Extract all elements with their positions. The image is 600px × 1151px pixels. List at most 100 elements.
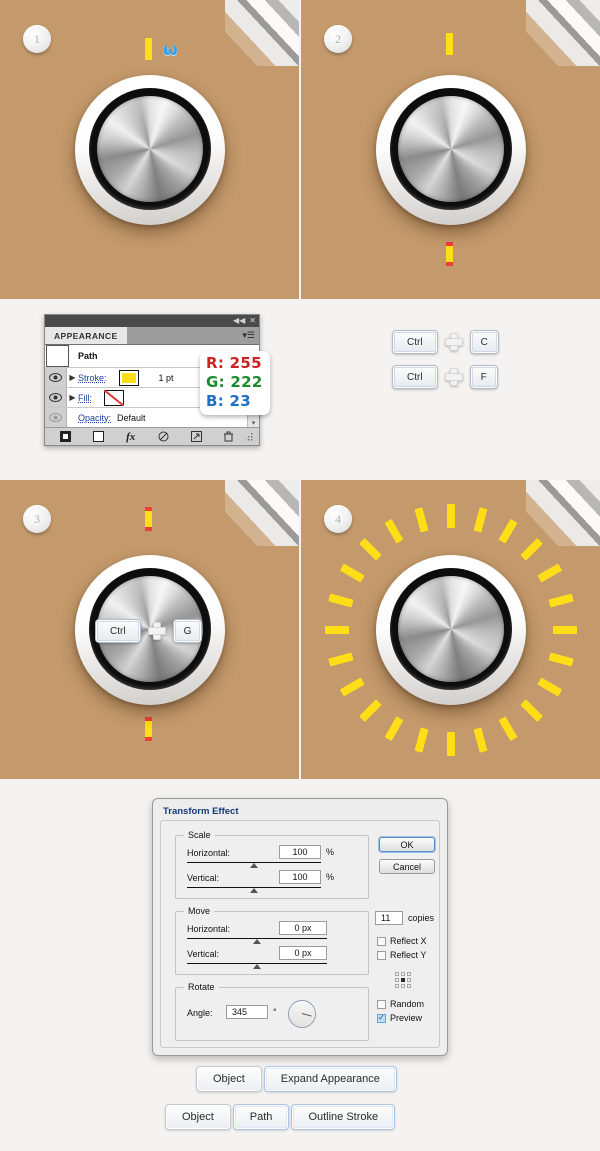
- copies-input[interactable]: 11: [375, 911, 403, 925]
- menu-outline-stroke-button[interactable]: Outline Stroke: [291, 1104, 396, 1130]
- ref-point-bc[interactable]: [401, 984, 405, 988]
- ref-point-bl[interactable]: [395, 984, 399, 988]
- move-horizontal-label: Horizontal:: [187, 924, 231, 934]
- radial-tick-mark: [339, 677, 365, 696]
- visibility-eye-icon[interactable]: [45, 408, 67, 427]
- reflect-x-box[interactable]: [377, 936, 386, 946]
- plus-icon: [445, 369, 462, 385]
- stroke-label[interactable]: Stroke:: [78, 373, 107, 383]
- ref-point-ml[interactable]: [395, 978, 399, 982]
- opacity-value[interactable]: Default: [117, 413, 146, 423]
- reflect-y-label: Reflect Y: [390, 950, 427, 960]
- opacity-label[interactable]: Opacity:: [78, 413, 111, 423]
- reflect-y-box[interactable]: [377, 950, 386, 960]
- stroke-tick-mark-top-selected: [145, 507, 152, 531]
- move-legend: Move: [184, 906, 215, 916]
- tab-appearance[interactable]: APPEARANCE: [45, 327, 127, 344]
- random-checkbox[interactable]: Random: [377, 999, 424, 1009]
- rotate-angle-unit: °: [273, 1007, 277, 1017]
- expand-arrow-icon[interactable]: ▶: [67, 393, 78, 402]
- scale-horizontal-input[interactable]: 100: [279, 845, 321, 859]
- expand-arrow-icon[interactable]: ▶: [67, 373, 78, 382]
- move-horizontal-input[interactable]: 0 px: [279, 921, 327, 935]
- radial-tick-mark: [414, 726, 428, 753]
- resize-grip-icon[interactable]: [245, 432, 255, 441]
- radial-tick-mark: [384, 715, 403, 741]
- key-ctrl[interactable]: Ctrl: [95, 619, 141, 643]
- visibility-eye-icon[interactable]: [45, 388, 67, 407]
- preview-box[interactable]: [377, 1013, 386, 1023]
- plus-icon: [445, 334, 462, 350]
- random-box[interactable]: [377, 999, 386, 1009]
- add-new-fill-icon[interactable]: [82, 431, 115, 442]
- radial-tick-mark: [536, 563, 562, 582]
- ref-point-mr[interactable]: [407, 978, 411, 982]
- shortcut-ctrl-c: Ctrl C: [392, 330, 499, 354]
- key-ctrl[interactable]: Ctrl: [392, 330, 438, 354]
- menu-expand-appearance-button[interactable]: Expand Appearance: [263, 1066, 397, 1092]
- stroke-tick-mark-bottom-selected: [446, 242, 453, 266]
- object-name: Path: [78, 351, 98, 361]
- scale-vertical-slider[interactable]: [187, 887, 321, 893]
- radial-tick-mark: [552, 625, 577, 634]
- rotate-angle-dial[interactable]: [288, 1000, 316, 1028]
- add-new-stroke-icon[interactable]: [49, 431, 82, 442]
- key-g[interactable]: G: [172, 619, 203, 643]
- knob-face-highlight: [97, 96, 203, 202]
- stroke-tick-mark-bottom-selected: [145, 717, 152, 741]
- radial-tick-mark: [446, 503, 455, 528]
- radial-tick-mark: [473, 726, 487, 753]
- menu-object-button[interactable]: Object: [196, 1066, 262, 1092]
- fill-none-swatch[interactable]: [104, 389, 124, 406]
- step-number-badge: 3: [23, 505, 51, 533]
- add-new-effect-icon[interactable]: fx: [114, 431, 147, 443]
- tutorial-step-panel-4: 4: [301, 480, 600, 779]
- move-vertical-label: Vertical:: [187, 949, 220, 959]
- fill-label[interactable]: Fill:: [78, 393, 92, 403]
- scale-vertical-unit: %: [326, 872, 335, 882]
- rotate-angle-input[interactable]: 345: [226, 1005, 268, 1019]
- ref-point-center[interactable]: [401, 978, 405, 982]
- ref-point-tr[interactable]: [407, 972, 411, 976]
- move-horizontal-slider[interactable]: [187, 938, 327, 944]
- ok-button[interactable]: OK: [379, 837, 435, 852]
- reflect-y-checkbox[interactable]: Reflect Y: [377, 950, 426, 960]
- stroke-color-swatch[interactable]: [118, 369, 139, 386]
- preview-checkbox[interactable]: Preview: [377, 1013, 422, 1023]
- key-ctrl[interactable]: Ctrl: [392, 365, 438, 389]
- object-thumbnail: [46, 345, 69, 367]
- menu-path-button[interactable]: Path: [232, 1104, 290, 1130]
- ref-point-br[interactable]: [407, 984, 411, 988]
- ref-point-tl[interactable]: [395, 972, 399, 976]
- stroke-weight-value[interactable]: 1 pt: [159, 373, 174, 383]
- key-c[interactable]: C: [469, 330, 499, 354]
- collapse-icon[interactable]: ◀◀: [233, 317, 245, 325]
- cancel-button[interactable]: Cancel: [379, 859, 435, 874]
- scale-vertical-input[interactable]: 100: [279, 870, 321, 884]
- move-group: Move Horizontal: 0 px Vertical: 0 px: [175, 906, 369, 975]
- duplicate-item-icon[interactable]: [180, 431, 213, 442]
- panel-menu-icon[interactable]: ▾☰: [242, 327, 259, 344]
- dialog-inner-frame: Scale Horizontal: 100 % Vertical: 100 % …: [160, 820, 440, 1048]
- menu-object-button[interactable]: Object: [165, 1104, 231, 1130]
- radial-tick-mark: [327, 652, 354, 666]
- scale-horizontal-slider[interactable]: [187, 862, 321, 868]
- appearance-panel-footer: fx: [45, 427, 259, 445]
- move-vertical-slider[interactable]: [187, 963, 327, 969]
- random-label: Random: [390, 999, 425, 1009]
- scale-group: Scale Horizontal: 100 % Vertical: 100 %: [175, 830, 369, 899]
- panel-titlebar: ◀◀ ✕: [45, 315, 259, 327]
- plus-icon: [148, 623, 165, 639]
- clear-appearance-icon[interactable]: [147, 431, 180, 442]
- reflect-x-checkbox[interactable]: Reflect X: [377, 936, 427, 946]
- close-icon[interactable]: ✕: [249, 317, 256, 325]
- visibility-eye-icon[interactable]: [45, 368, 67, 387]
- reference-point-selector[interactable]: [394, 971, 412, 989]
- move-vertical-input[interactable]: 0 px: [279, 946, 327, 960]
- delete-item-icon[interactable]: [212, 431, 245, 442]
- key-f[interactable]: F: [469, 365, 498, 389]
- radial-tick-mark: [339, 563, 365, 582]
- rgb-callout: R: 255 G: 222 B: 23: [200, 351, 270, 415]
- ref-point-tc[interactable]: [401, 972, 405, 976]
- tutorial-step-panel-1: 1 ω: [0, 0, 299, 299]
